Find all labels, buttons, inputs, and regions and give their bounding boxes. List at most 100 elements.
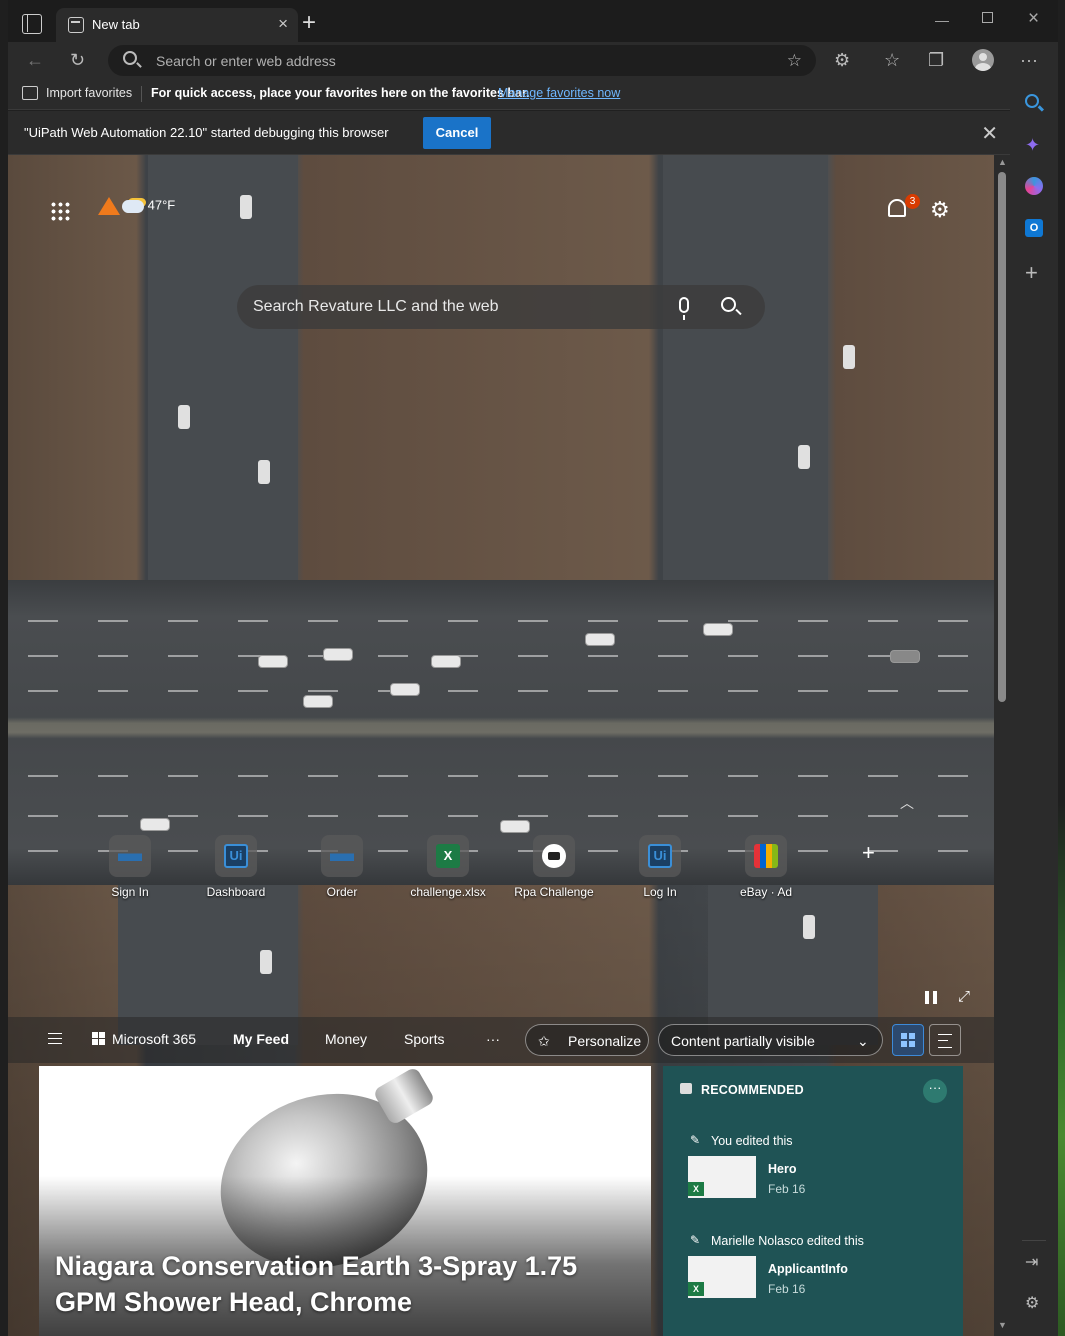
maximize-icon[interactable]: [982, 12, 993, 23]
extensions-icon[interactable]: ⚙: [834, 50, 850, 70]
close-infobar-icon[interactable]: ✕: [981, 121, 998, 146]
grid-view-icon[interactable]: [892, 1024, 924, 1056]
office-icon[interactable]: [1025, 177, 1043, 195]
microphone-icon[interactable]: [679, 297, 689, 320]
back-icon[interactable]: ←: [26, 50, 44, 70]
file-name[interactable]: Hero: [768, 1162, 796, 1176]
article-card[interactable]: Niagara Conservation Earth 3-Spray 1.75 …: [39, 1066, 651, 1336]
chevron-up-icon[interactable]: ︿: [900, 793, 914, 813]
background-car: [323, 648, 353, 661]
scroll-up-icon[interactable]: ▲: [998, 157, 1007, 167]
tab-title: New tab: [92, 17, 140, 32]
quick-link-rpa-challenge[interactable]: Rpa Challenge: [509, 835, 599, 899]
profile-avatar[interactable]: [972, 49, 994, 71]
chevron-down-icon: ⌄: [857, 1033, 869, 1049]
scroll-down-icon[interactable]: ▼: [998, 1320, 1007, 1330]
tab-new-tab[interactable]: New tab ×: [56, 8, 298, 42]
add-sidebar-app-icon[interactable]: +: [1025, 262, 1043, 284]
lane-marking: [28, 655, 974, 657]
minimize-icon[interactable]: —: [935, 12, 949, 28]
web-search-box[interactable]: Search Revature LLC and the web: [237, 285, 765, 329]
notifications-bell-icon[interactable]: [888, 199, 906, 217]
quick-link-label: Order: [326, 885, 358, 899]
divider: [141, 86, 142, 102]
web-search-input[interactable]: Search Revature LLC and the web: [253, 298, 498, 316]
ebay-icon: [754, 844, 778, 868]
background-car: [260, 950, 272, 974]
sidebar-search-icon[interactable]: [1025, 94, 1039, 108]
weather-widget[interactable]: 47°F: [98, 197, 175, 215]
file-date: Feb 16: [768, 1182, 806, 1196]
microsoft-logo-icon: [92, 1032, 105, 1045]
quick-link-challenge-xlsx[interactable]: X challenge.xlsx: [403, 835, 493, 899]
background-car: [890, 650, 920, 663]
page-scrollbar[interactable]: ▲ ▼: [994, 155, 1010, 1336]
personalize-button[interactable]: ✩ Personalize: [525, 1024, 649, 1056]
refresh-icon[interactable]: ↻: [70, 50, 85, 70]
file-thumbnail[interactable]: X: [688, 1156, 756, 1198]
cancel-button[interactable]: Cancel: [423, 117, 491, 149]
favorites-icon[interactable]: ☆: [884, 50, 900, 70]
excel-icon: X: [688, 1282, 704, 1296]
manage-favorites-link[interactable]: Manage favorites now: [498, 86, 620, 100]
tab-money[interactable]: Money: [325, 1031, 367, 1047]
quick-link-sign-in[interactable]: Sign In: [85, 835, 175, 899]
toolbar: ← ↻ Search or enter web address ☆ ⚙ ☆ ❐ …: [8, 42, 1058, 80]
address-input[interactable]: Search or enter web address: [156, 53, 336, 69]
newtab-favicon-icon: [68, 17, 84, 33]
personalize-label: Personalize: [568, 1033, 642, 1049]
expand-icon[interactable]: ⤢: [958, 988, 970, 1005]
edge-sidebar: ✦ O + ⇥ ⚙: [1010, 80, 1058, 1336]
file-name[interactable]: ApplicantInfo: [768, 1262, 848, 1276]
tab-actions-icon[interactable]: [22, 14, 42, 34]
copilot-icon[interactable]: ✦: [1025, 136, 1043, 154]
collections-icon[interactable]: ❐: [928, 50, 944, 70]
content-visibility-dropdown[interactable]: Content partially visible ⌄: [658, 1024, 883, 1056]
quick-link-label: challenge.xlsx: [410, 885, 486, 899]
partly-cloudy-icon: [122, 199, 144, 213]
quick-link-log-in[interactable]: Ui Log In: [615, 835, 705, 899]
scrollbar-thumb[interactable]: [998, 172, 1006, 702]
new-tab-button[interactable]: +: [302, 11, 316, 35]
quick-link-ebay-ad[interactable]: eBay · Ad: [721, 835, 811, 899]
import-favorites-button[interactable]: Import favorites: [46, 86, 132, 100]
robot-icon: [542, 844, 566, 868]
background-car: [390, 683, 420, 696]
add-favorite-icon[interactable]: ☆: [787, 51, 802, 71]
page-settings-gear-icon[interactable]: ⚙: [930, 197, 950, 223]
file-thumbnail[interactable]: X: [688, 1256, 756, 1298]
tab-sports[interactable]: Sports: [404, 1031, 444, 1047]
more-tabs-icon[interactable]: ···: [486, 1031, 500, 1047]
more-options-icon[interactable]: ···: [923, 1079, 947, 1103]
add-quick-link-button[interactable]: +: [862, 840, 875, 866]
app-launcher-icon[interactable]: [50, 201, 70, 221]
article-headline[interactable]: Niagara Conservation Earth 3-Spray 1.75 …: [55, 1248, 635, 1320]
ship-icon: [330, 844, 354, 868]
microsoft-365-link[interactable]: Microsoft 365: [112, 1031, 196, 1047]
browser-window: New tab × + — × ← ↻ Search or enter web …: [8, 0, 1058, 1336]
quick-link-label: Log In: [643, 885, 677, 899]
address-bar[interactable]: Search or enter web address ☆: [108, 45, 816, 76]
import-icon: [22, 86, 38, 100]
lane-marking: [28, 815, 974, 817]
outlook-icon[interactable]: O: [1025, 219, 1043, 237]
debugging-message: "UiPath Web Automation 22.10" started de…: [24, 125, 389, 140]
close-tab-icon[interactable]: ×: [278, 14, 288, 34]
tab-my-feed[interactable]: My Feed: [233, 1031, 289, 1047]
pencil-icon: ✎: [690, 1133, 701, 1147]
pause-background-icon[interactable]: [925, 991, 937, 1004]
file-date: Feb 16: [768, 1282, 806, 1296]
close-window-icon[interactable]: ×: [1028, 8, 1039, 30]
content-visibility-value: Content partially visible: [671, 1033, 815, 1049]
search-submit-icon[interactable]: [721, 297, 736, 312]
background-car: [258, 460, 270, 484]
sidebar-settings-icon[interactable]: ⚙: [1025, 1295, 1043, 1313]
menu-icon[interactable]: [48, 1033, 62, 1044]
settings-more-icon[interactable]: ···: [1020, 50, 1038, 70]
quick-link-dashboard[interactable]: Ui Dashboard: [191, 835, 281, 899]
uipath-icon: Ui: [224, 844, 248, 868]
quick-link-order[interactable]: Order: [297, 835, 387, 899]
hide-sidebar-icon[interactable]: ⇥: [1025, 1254, 1043, 1272]
list-view-icon[interactable]: [929, 1024, 961, 1056]
background-car: [500, 820, 530, 833]
